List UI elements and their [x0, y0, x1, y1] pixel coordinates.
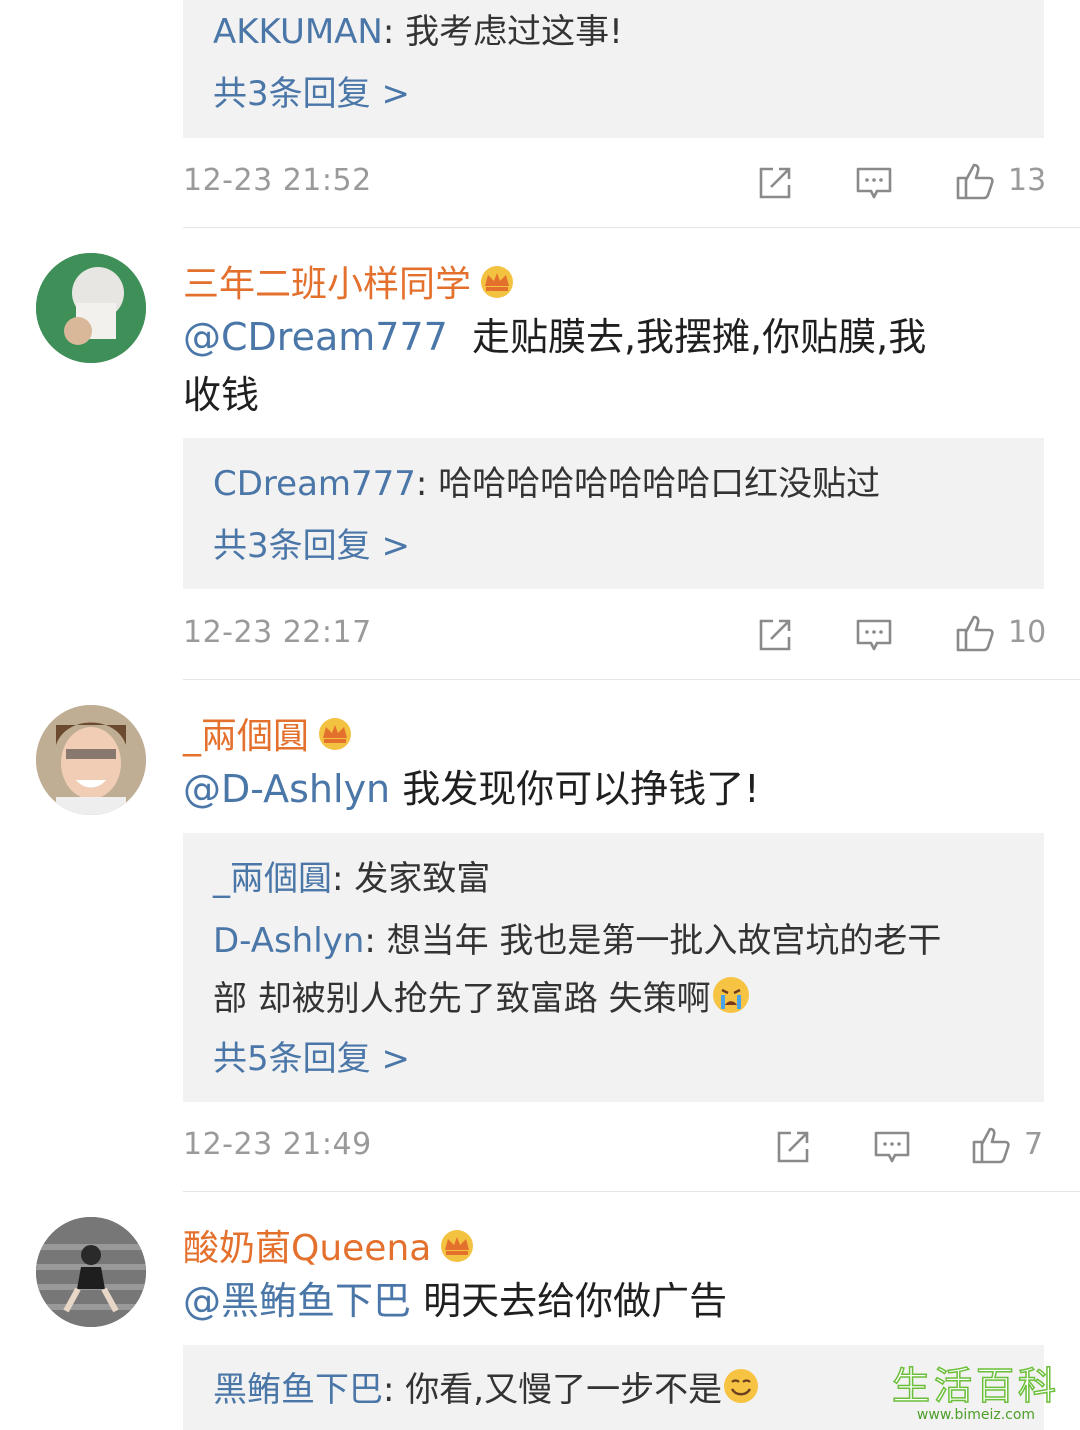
crown-badge-icon	[477, 264, 517, 309]
avatar[interactable]	[36, 253, 146, 363]
mention-link[interactable]: @D-Ashlyn	[183, 767, 390, 811]
reply-line: D-Ashlyn: 想当年 我也是第一批入故宫坑的老干	[213, 921, 942, 961]
watermark-url: www.bimeiz.com	[916, 1407, 1036, 1423]
reply-box: CDream777: 哈哈哈哈哈哈哈哈口红没贴过 共3条回复 >	[183, 438, 1044, 589]
watermark-title: 生活百科	[891, 1364, 1060, 1408]
reply-line: AKKUMAN: 我考虑过这事!	[213, 12, 623, 52]
username-text: 三年二班小样同学	[183, 264, 472, 305]
crown-badge-icon	[315, 716, 355, 761]
mention-link[interactable]: @CDream777	[183, 315, 448, 359]
reply-text: 你看,又慢了一步不是	[405, 1370, 723, 1410]
reply-line: 部 却被别人抢先了致富路 失策啊	[213, 975, 751, 1026]
crown-badge-icon	[437, 1228, 477, 1273]
reply-text: 哈哈哈哈哈哈哈哈口红没贴过	[438, 464, 881, 504]
comment-icon[interactable]	[855, 165, 893, 207]
divider	[183, 1191, 1080, 1192]
reply-username[interactable]: _兩個圓	[213, 859, 332, 899]
divider	[183, 679, 1080, 680]
share-icon[interactable]	[757, 165, 793, 205]
comment-timestamp: 12-23 22:17	[183, 615, 372, 650]
view-replies-link[interactable]: 共3条回复 >	[213, 524, 410, 568]
avatar[interactable]	[36, 1217, 146, 1327]
username[interactable]: 酸奶菌Queena	[183, 1219, 477, 1273]
crying-emoji-icon	[711, 975, 751, 1026]
mention-link[interactable]: @黑鲔鱼下巴	[183, 1279, 411, 1323]
reply-text: 我考虑过这事!	[405, 12, 623, 52]
reply-box: AKKUMAN: 我考虑过这事! 共3条回复 >	[183, 0, 1044, 138]
share-icon[interactable]	[775, 1129, 811, 1169]
reply-username[interactable]: CDream777	[213, 464, 416, 504]
comment-text: @CDream777 走贴膜去,我摆摊,你贴膜,我 收钱	[183, 315, 927, 417]
share-icon[interactable]	[757, 617, 793, 657]
like-icon[interactable]	[955, 160, 997, 206]
like-count: 10	[1008, 615, 1047, 650]
avatar[interactable]	[36, 705, 146, 815]
divider	[183, 227, 1080, 228]
like-icon[interactable]	[971, 1124, 1013, 1170]
like-count: 7	[1024, 1127, 1044, 1162]
reply-text: 发家致富	[354, 859, 491, 899]
comment-timestamp: 12-23 21:52	[183, 163, 372, 198]
comment-text: @黑鲔鱼下巴 明天去给你做广告	[183, 1279, 728, 1323]
view-replies-link[interactable]: 共5条回复 >	[213, 1037, 410, 1081]
watermark: 生活百科 www.bimeiz.com	[876, 1364, 1076, 1428]
username[interactable]: _兩個圓	[183, 707, 355, 761]
comment-icon[interactable]	[873, 1129, 911, 1171]
reply-text: 部 却被别人抢先了致富路 失策啊	[213, 979, 711, 1019]
username[interactable]: 三年二班小样同学	[183, 255, 517, 309]
username-text: _兩個圓	[183, 716, 310, 757]
reply-username[interactable]: AKKUMAN	[213, 12, 383, 52]
reply-username[interactable]: 黑鲔鱼下巴	[213, 1370, 383, 1410]
reply-line: CDream777: 哈哈哈哈哈哈哈哈口红没贴过	[213, 464, 881, 504]
comment-text: @D-Ashlyn 我发现你可以挣钱了!	[183, 767, 760, 811]
reply-text: 想当年 我也是第一批入故宫坑的老干	[386, 921, 942, 961]
like-icon[interactable]	[955, 612, 997, 658]
smile-emoji-icon	[722, 1367, 760, 1416]
reply-box: _兩個圓: 发家致富 D-Ashlyn: 想当年 我也是第一批入故宫坑的老干 部…	[183, 833, 1044, 1102]
like-count: 13	[1008, 163, 1047, 198]
reply-line: _兩個圓: 发家致富	[213, 859, 491, 899]
reply-line: 黑鲔鱼下巴: 你看,又慢了一步不是	[213, 1367, 760, 1416]
view-replies-link[interactable]: 共3条回复 >	[213, 72, 410, 116]
username-text: 酸奶菌Queena	[183, 1228, 432, 1269]
reply-username[interactable]: D-Ashlyn	[213, 921, 364, 961]
comment-timestamp: 12-23 21:49	[183, 1127, 372, 1162]
comment-icon[interactable]	[855, 617, 893, 659]
